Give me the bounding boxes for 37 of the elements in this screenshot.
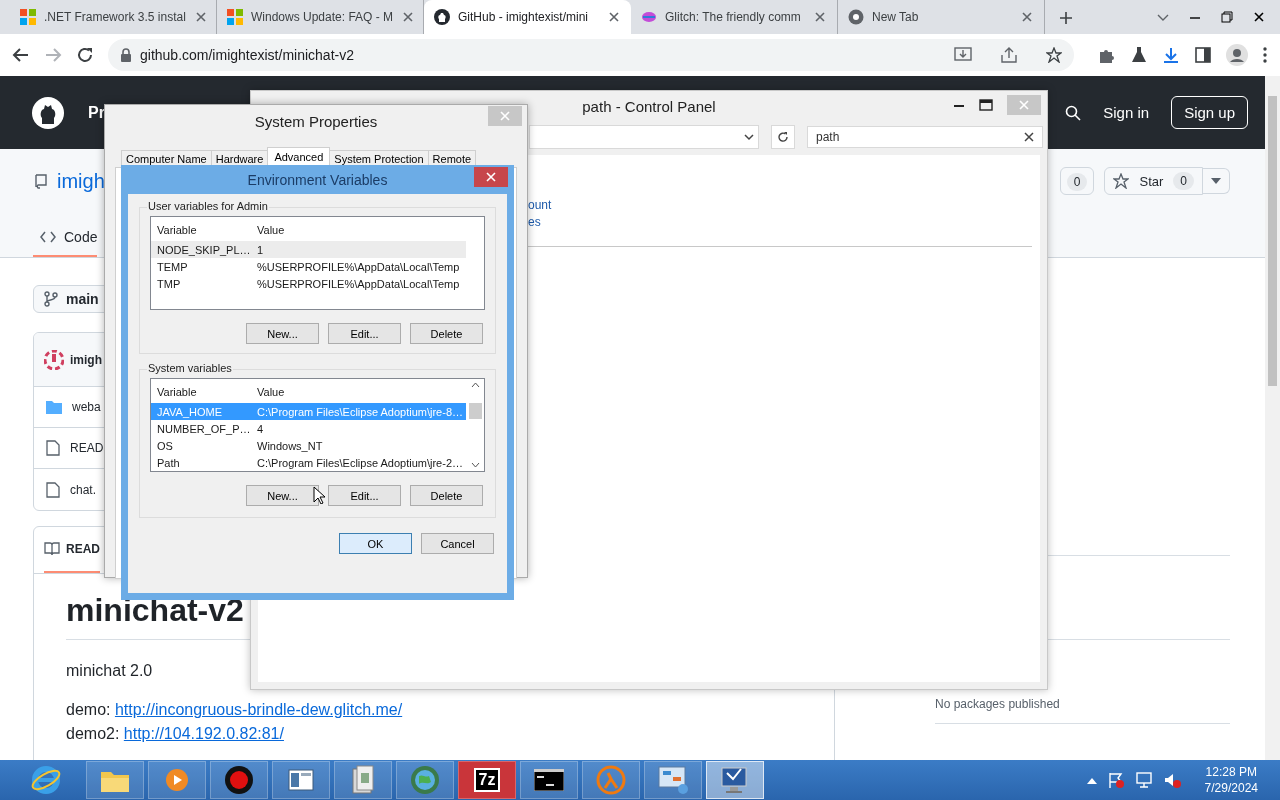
variable-name: NUMBER_OF_P… bbox=[157, 422, 252, 435]
variable-name: NODE_SKIP_PL… bbox=[157, 243, 252, 256]
variable-name: TMP bbox=[157, 277, 182, 290]
link-label: demo2: bbox=[66, 725, 120, 742]
group-label: System variables bbox=[147, 362, 233, 374]
group-label: User variables for Admin bbox=[147, 200, 269, 212]
star-label: Star bbox=[1139, 173, 1164, 189]
window-title: path - Control Panel bbox=[582, 97, 716, 115]
link-label: demo: bbox=[66, 701, 111, 718]
variable-value: C:\Program Files\Eclipse Adoptium\jre-2… bbox=[257, 456, 463, 469]
column-header: Variable bbox=[157, 386, 198, 398]
file-name: READ bbox=[70, 441, 104, 455]
variable-value: %USERPROFILE%\AppData\Local\Temp bbox=[257, 277, 460, 290]
variable-name: Path bbox=[157, 456, 181, 469]
archive-app-icon: 7z bbox=[473, 768, 501, 792]
clock-date: 7/29/2024 bbox=[1204, 780, 1258, 796]
readme-text: minichat 2.0 bbox=[66, 662, 154, 680]
variable-value: C:\Program Files\Eclipse Adoptium\jre-8… bbox=[257, 405, 463, 418]
column-header: Variable bbox=[157, 224, 198, 236]
column-header: Value bbox=[257, 386, 285, 398]
variable-value: %USERPROFILE%\AppData\Local\Temp bbox=[257, 260, 460, 273]
window-title: System Properties bbox=[254, 112, 378, 130]
variable-value: Windows_NT bbox=[257, 439, 323, 452]
packages-text: No packages published bbox=[935, 696, 1061, 713]
column-header: Value bbox=[257, 224, 285, 236]
variable-name: JAVA_HOME bbox=[157, 405, 223, 418]
variable-value: 4 bbox=[257, 422, 264, 435]
watch-count: 0 bbox=[1066, 173, 1088, 191]
window-title: Environment Variables bbox=[247, 171, 388, 188]
file-name: weba bbox=[72, 400, 101, 414]
variable-value: 1 bbox=[257, 243, 264, 256]
url-text: github.com/imightexist/minichat-v2 bbox=[140, 47, 355, 63]
star-count: 0 bbox=[1173, 172, 1194, 190]
variable-name: OS bbox=[157, 439, 174, 452]
variable-name: TEMP bbox=[157, 260, 189, 273]
clock-time: 12:28 PM bbox=[1204, 764, 1258, 780]
file-name: chat. bbox=[70, 482, 96, 497]
